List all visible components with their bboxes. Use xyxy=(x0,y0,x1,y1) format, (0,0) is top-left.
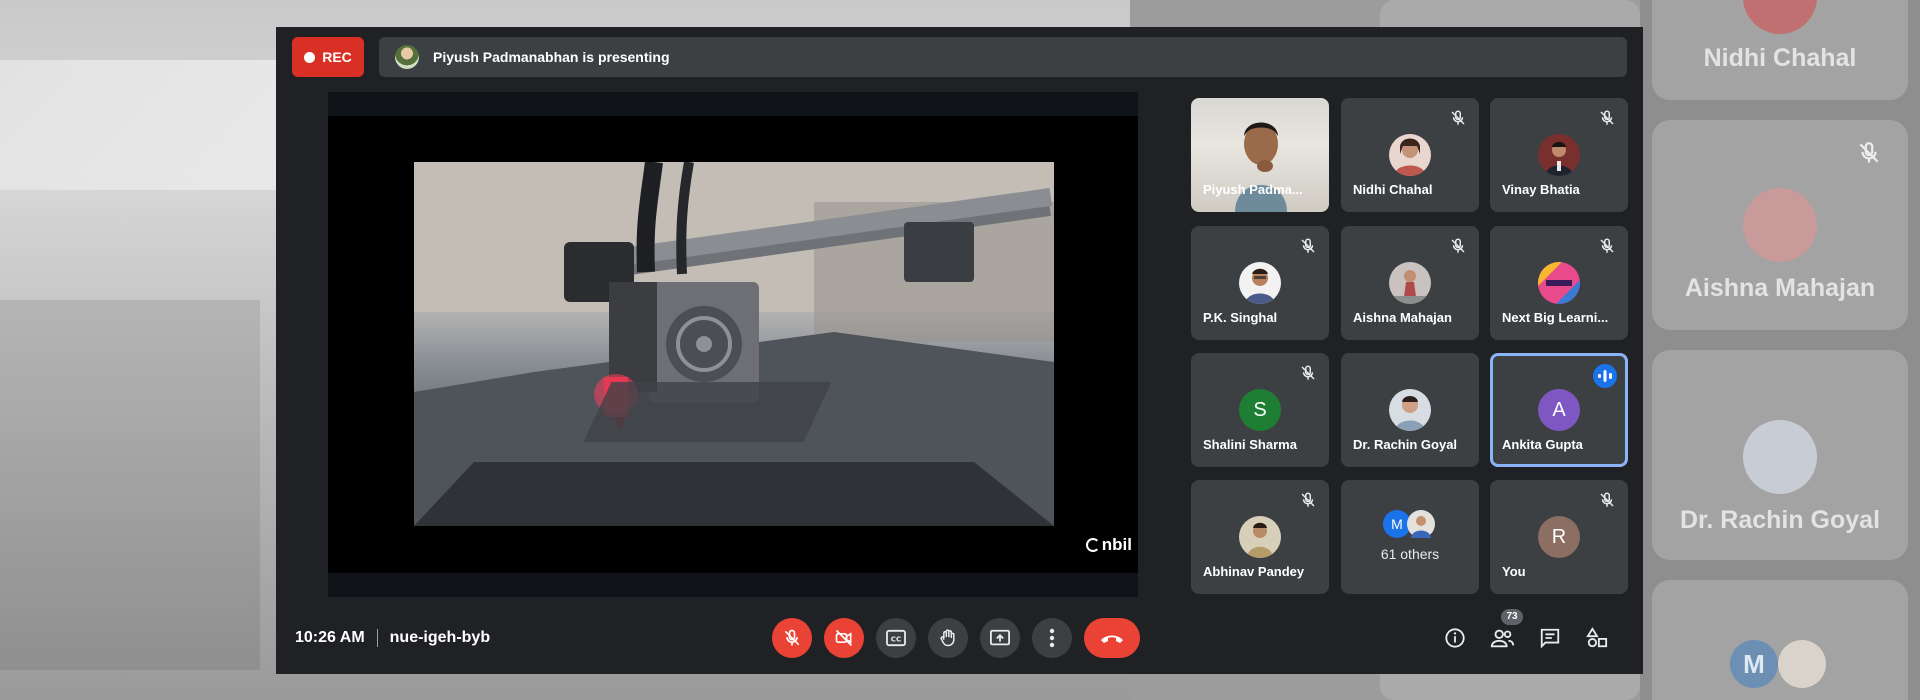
shared-video xyxy=(414,162,1054,526)
microphone-off-icon xyxy=(1301,238,1315,253)
present-screen-button[interactable] xyxy=(980,618,1020,658)
participant-avatar xyxy=(1538,262,1580,304)
presenting-text: Piyush Padmanabhan is presenting xyxy=(433,49,670,65)
participant-avatar xyxy=(1538,134,1580,176)
participant-tile[interactable]: Next Big Learni... xyxy=(1490,226,1628,340)
presenter-avatar xyxy=(395,45,419,69)
participant-name: Abhinav Pandey xyxy=(1203,564,1305,579)
microphone-off-icon xyxy=(784,629,800,646)
presenting-banner[interactable]: Piyush Padmanabhan is presenting xyxy=(379,37,1627,77)
others-count: 61 others xyxy=(1380,546,1440,562)
participant-avatar: S xyxy=(1239,389,1281,431)
background-name: Dr. Rachin Goyal xyxy=(1679,506,1881,534)
microphone-off-icon xyxy=(1451,110,1465,125)
meeting-info: 10:26 AM nue-igeh-byb xyxy=(295,629,490,647)
hand-icon xyxy=(940,629,955,647)
divider xyxy=(376,629,378,647)
captions-icon: CC xyxy=(886,629,906,647)
info-icon xyxy=(1445,628,1465,648)
watermark-text: nbil xyxy=(1101,535,1132,554)
recording-indicator[interactable]: REC xyxy=(292,37,364,77)
participant-tile[interactable]: P.K. Singhal xyxy=(1191,226,1329,340)
clock-time: 10:26 AM xyxy=(295,629,365,646)
background-avatar: M xyxy=(1730,640,1778,688)
participant-name: Piyush Padma... xyxy=(1203,182,1303,197)
activities-button[interactable] xyxy=(1581,622,1613,654)
participant-tile[interactable]: Vinay Bhatia xyxy=(1490,98,1628,212)
hang-up-icon xyxy=(1101,635,1123,643)
raise-hand-button[interactable] xyxy=(928,618,968,658)
participant-tile[interactable]: Aishna Mahajan xyxy=(1341,226,1479,340)
participant-name: Ankita Gupta xyxy=(1502,437,1583,452)
participant-tile[interactable]: Abhinav Pandey xyxy=(1191,480,1329,594)
others-avatar-photo xyxy=(1407,510,1435,538)
participant-name: P.K. Singhal xyxy=(1203,310,1278,325)
microphone-toggle-button[interactable] xyxy=(772,618,812,658)
more-options-button[interactable] xyxy=(1032,618,1072,658)
participant-name: Dr. Rachin Goyal xyxy=(1353,437,1458,452)
background-tile: Nidhi Chahal xyxy=(1652,0,1908,100)
participant-tile[interactable]: Piyush Padma... xyxy=(1191,98,1329,212)
participant-tile[interactable]: S Shalini Sharma xyxy=(1191,353,1329,467)
printer-illustration xyxy=(414,162,1054,526)
microphone-off-icon xyxy=(1600,492,1614,507)
participant-name: Next Big Learni... xyxy=(1502,310,1609,325)
participant-avatar xyxy=(1389,134,1431,176)
participant-avatar xyxy=(1239,516,1281,558)
background-tile: Aishna Mahajan xyxy=(1652,120,1908,330)
svg-text:CC: CC xyxy=(891,635,902,644)
participant-tile-self[interactable]: R You xyxy=(1490,480,1628,594)
logo-icon xyxy=(1085,538,1100,552)
meeting-details-button[interactable] xyxy=(1439,622,1471,654)
participant-name: You xyxy=(1502,564,1526,579)
background-name: Aishna Mahajan xyxy=(1684,274,1876,302)
participant-avatar xyxy=(1389,389,1431,431)
watermark-logo: nbil xyxy=(1085,535,1132,555)
recording-label: REC xyxy=(322,49,352,65)
activities-icon xyxy=(1586,627,1608,648)
background-right: Nidhi Chahal Aishna Mahajan Dr. Rachin G… xyxy=(1640,0,1920,700)
participant-avatar: A xyxy=(1538,389,1580,431)
record-dot-icon xyxy=(304,51,316,63)
participant-name: Shalini Sharma xyxy=(1203,437,1297,452)
background-tile: M xyxy=(1652,580,1908,700)
chat-button[interactable] xyxy=(1534,622,1566,654)
camera-toggle-button[interactable] xyxy=(824,618,864,658)
participant-name: Vinay Bhatia xyxy=(1502,182,1580,197)
top-bar: REC Piyush Padmanabhan is presenting xyxy=(292,37,1627,77)
people-icon xyxy=(1490,629,1515,648)
meeting-window: REC Piyush Padmanabhan is presenting nbi… xyxy=(276,27,1643,674)
microphone-off-icon xyxy=(1451,238,1465,253)
participant-avatar xyxy=(1239,262,1281,304)
presentation-stage[interactable]: nbil xyxy=(328,92,1138,597)
people-count-badge: 73 xyxy=(1501,609,1523,625)
chat-icon xyxy=(1540,628,1560,649)
participant-name: Aishna Mahajan xyxy=(1353,310,1452,325)
present-icon xyxy=(990,629,1010,646)
others-tile[interactable]: M 61 others xyxy=(1341,480,1479,594)
microphone-off-icon xyxy=(1600,238,1614,253)
microphone-off-icon xyxy=(1856,140,1882,173)
speaking-indicator-icon xyxy=(1593,364,1617,388)
people-button[interactable] xyxy=(1486,622,1518,654)
microphone-off-icon xyxy=(1301,492,1315,507)
captions-button[interactable]: CC xyxy=(876,618,916,658)
background-name: Nidhi Chahal xyxy=(1703,44,1857,72)
participant-avatar xyxy=(1389,262,1431,304)
participant-name: Nidhi Chahal xyxy=(1353,182,1433,197)
participant-video xyxy=(1235,122,1287,212)
microphone-off-icon xyxy=(1600,110,1614,125)
participant-tile-speaking[interactable]: A Ankita Gupta xyxy=(1490,353,1628,467)
participant-tile[interactable]: Dr. Rachin Goyal xyxy=(1341,353,1479,467)
participant-tile[interactable]: Nidhi Chahal xyxy=(1341,98,1479,212)
more-vertical-icon xyxy=(1049,628,1055,648)
meeting-code: nue-igeh-byb xyxy=(389,629,491,646)
camera-off-icon xyxy=(835,629,853,647)
background-tile: Dr. Rachin Goyal xyxy=(1652,350,1908,560)
microphone-off-icon xyxy=(1301,365,1315,380)
participant-avatar: R xyxy=(1538,516,1580,558)
leave-call-button[interactable] xyxy=(1084,618,1140,658)
